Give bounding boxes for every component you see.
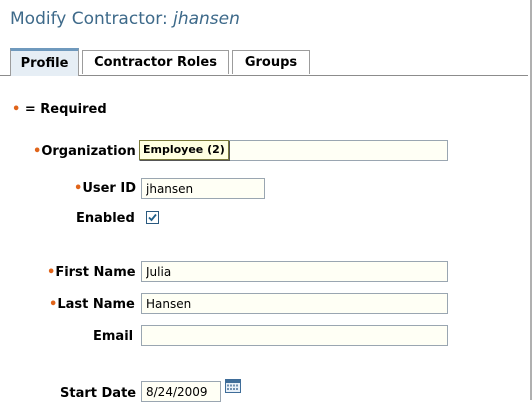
tab-bar: Profile Contractor Roles Groups bbox=[0, 48, 532, 76]
user-id-field[interactable] bbox=[141, 178, 265, 199]
first-name-field[interactable] bbox=[141, 261, 448, 282]
calendar-icon-graphic bbox=[225, 379, 241, 393]
start-date-label: Start Date bbox=[60, 386, 137, 401]
user-id-label: •User ID bbox=[74, 181, 136, 196]
last-name-field[interactable] bbox=[141, 293, 448, 314]
tab-groups[interactable]: Groups bbox=[232, 50, 310, 74]
checkmark-icon bbox=[148, 213, 157, 222]
page-title-prefix: Modify Contractor: bbox=[10, 9, 174, 29]
first-name-label-text: First Name bbox=[55, 265, 136, 280]
last-name-label-text: Last Name bbox=[57, 297, 135, 312]
calendar-icon[interactable] bbox=[225, 378, 241, 393]
tab-contractor-roles[interactable]: Contractor Roles bbox=[82, 50, 229, 74]
first-name-label: •First Name bbox=[47, 265, 136, 280]
start-date-field[interactable] bbox=[141, 381, 221, 402]
page-title-username: jhansen bbox=[173, 9, 240, 29]
email-field[interactable] bbox=[141, 325, 448, 346]
tab-bar-divider bbox=[0, 75, 528, 76]
organization-tooltip: Employee (2) bbox=[139, 140, 229, 160]
organization-label-text: Organization bbox=[41, 144, 136, 159]
page-title: Modify Contractor: jhansen bbox=[10, 9, 240, 29]
tab-profile[interactable]: Profile bbox=[10, 48, 79, 76]
enabled-label: Enabled bbox=[76, 211, 135, 226]
enabled-checkbox[interactable] bbox=[146, 211, 159, 224]
email-label: Email bbox=[93, 329, 134, 344]
required-legend-text: = Required bbox=[20, 102, 107, 117]
user-id-label-text: User ID bbox=[82, 181, 136, 196]
last-name-label: •Last Name bbox=[49, 297, 135, 312]
organization-label: •Organization bbox=[33, 144, 136, 159]
required-legend: • = Required bbox=[12, 102, 107, 117]
